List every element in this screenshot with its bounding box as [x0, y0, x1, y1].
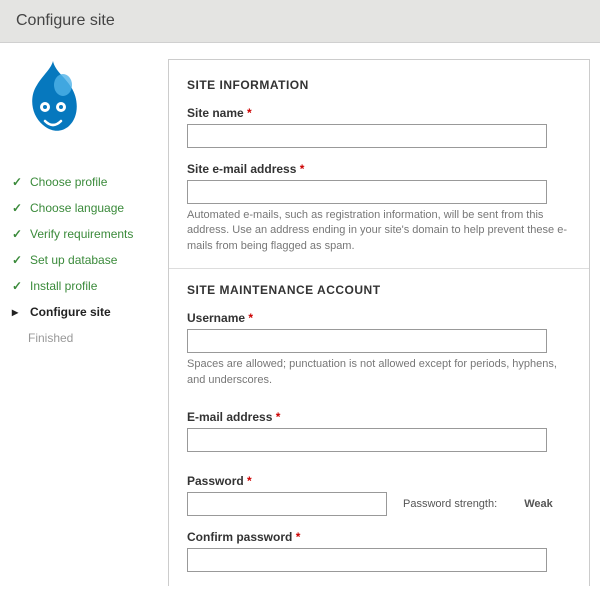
step-setup-database: ✓ Set up database: [10, 247, 150, 273]
field-username: Username * Spaces are allowed; punctuati…: [187, 311, 571, 388]
page-title: Configure site: [16, 12, 584, 30]
password-strength: Password strength: Weak: [403, 498, 553, 510]
site-email-help: Automated e-mails, such as registration …: [187, 208, 567, 254]
email-input[interactable]: [187, 428, 547, 452]
field-site-email: Site e-mail address * Automated e-mails,…: [187, 162, 571, 254]
field-email: E-mail address *: [187, 410, 571, 452]
confirm-password-label: Confirm password *: [187, 530, 571, 544]
required-marker: *: [248, 311, 253, 325]
check-icon: ✓: [12, 227, 24, 241]
step-choose-language: ✓ Choose language: [10, 195, 150, 221]
password-strength-label: Password strength:: [403, 498, 497, 510]
step-label: Configure site: [30, 305, 111, 319]
password-strength-value: Weak: [524, 498, 553, 510]
password-label: Password *: [187, 474, 571, 488]
username-label: Username *: [187, 311, 571, 325]
check-icon: ✓: [12, 253, 24, 267]
username-help: Spaces are allowed; punctuation is not a…: [187, 357, 567, 388]
step-choose-profile: ✓ Choose profile: [10, 169, 150, 195]
required-marker: *: [300, 162, 305, 176]
step-finished: Finished: [10, 325, 150, 351]
required-marker: *: [296, 530, 301, 544]
step-label: Set up database: [30, 253, 117, 267]
step-label: Choose profile: [30, 175, 107, 189]
confirm-password-input[interactable]: [187, 548, 547, 572]
required-marker: *: [247, 474, 252, 488]
site-name-label: Site name *: [187, 106, 571, 120]
page-header: Configure site: [0, 0, 600, 43]
field-site-name: Site name *: [187, 106, 571, 148]
username-input[interactable]: [187, 329, 547, 353]
section-divider: [169, 268, 589, 269]
site-name-input[interactable]: [187, 124, 547, 148]
step-configure-site: ▸ Configure site: [10, 299, 150, 325]
main-form: SITE INFORMATION Site name * Site e-mail…: [168, 59, 590, 586]
arrow-icon: ▸: [12, 305, 24, 319]
site-email-label: Site e-mail address *: [187, 162, 571, 176]
field-password: Password * Password strength: Weak: [187, 474, 571, 516]
step-label: Install profile: [30, 279, 97, 293]
check-icon: ✓: [12, 201, 24, 215]
step-label: Verify requirements: [30, 227, 133, 241]
site-info-heading: SITE INFORMATION: [187, 78, 571, 92]
step-install-profile: ✓ Install profile: [10, 273, 150, 299]
step-label: Choose language: [30, 201, 124, 215]
install-steps: ✓ Choose profile ✓ Choose language ✓ Ver…: [10, 169, 150, 351]
content: ✓ Choose profile ✓ Choose language ✓ Ver…: [0, 43, 600, 586]
email-label: E-mail address *: [187, 410, 571, 424]
site-email-input[interactable]: [187, 180, 547, 204]
required-marker: *: [247, 106, 252, 120]
required-marker: *: [276, 410, 281, 424]
step-label: Finished: [28, 331, 73, 345]
sidebar: ✓ Choose profile ✓ Choose language ✓ Ver…: [10, 59, 150, 586]
maintenance-heading: SITE MAINTENANCE ACCOUNT: [187, 283, 571, 297]
check-icon: ✓: [12, 175, 24, 189]
password-input[interactable]: [187, 492, 387, 516]
check-icon: ✓: [12, 279, 24, 293]
field-confirm-password: Confirm password *: [187, 530, 571, 572]
step-verify-requirements: ✓ Verify requirements: [10, 221, 150, 247]
drupal-logo-icon: [18, 59, 88, 139]
